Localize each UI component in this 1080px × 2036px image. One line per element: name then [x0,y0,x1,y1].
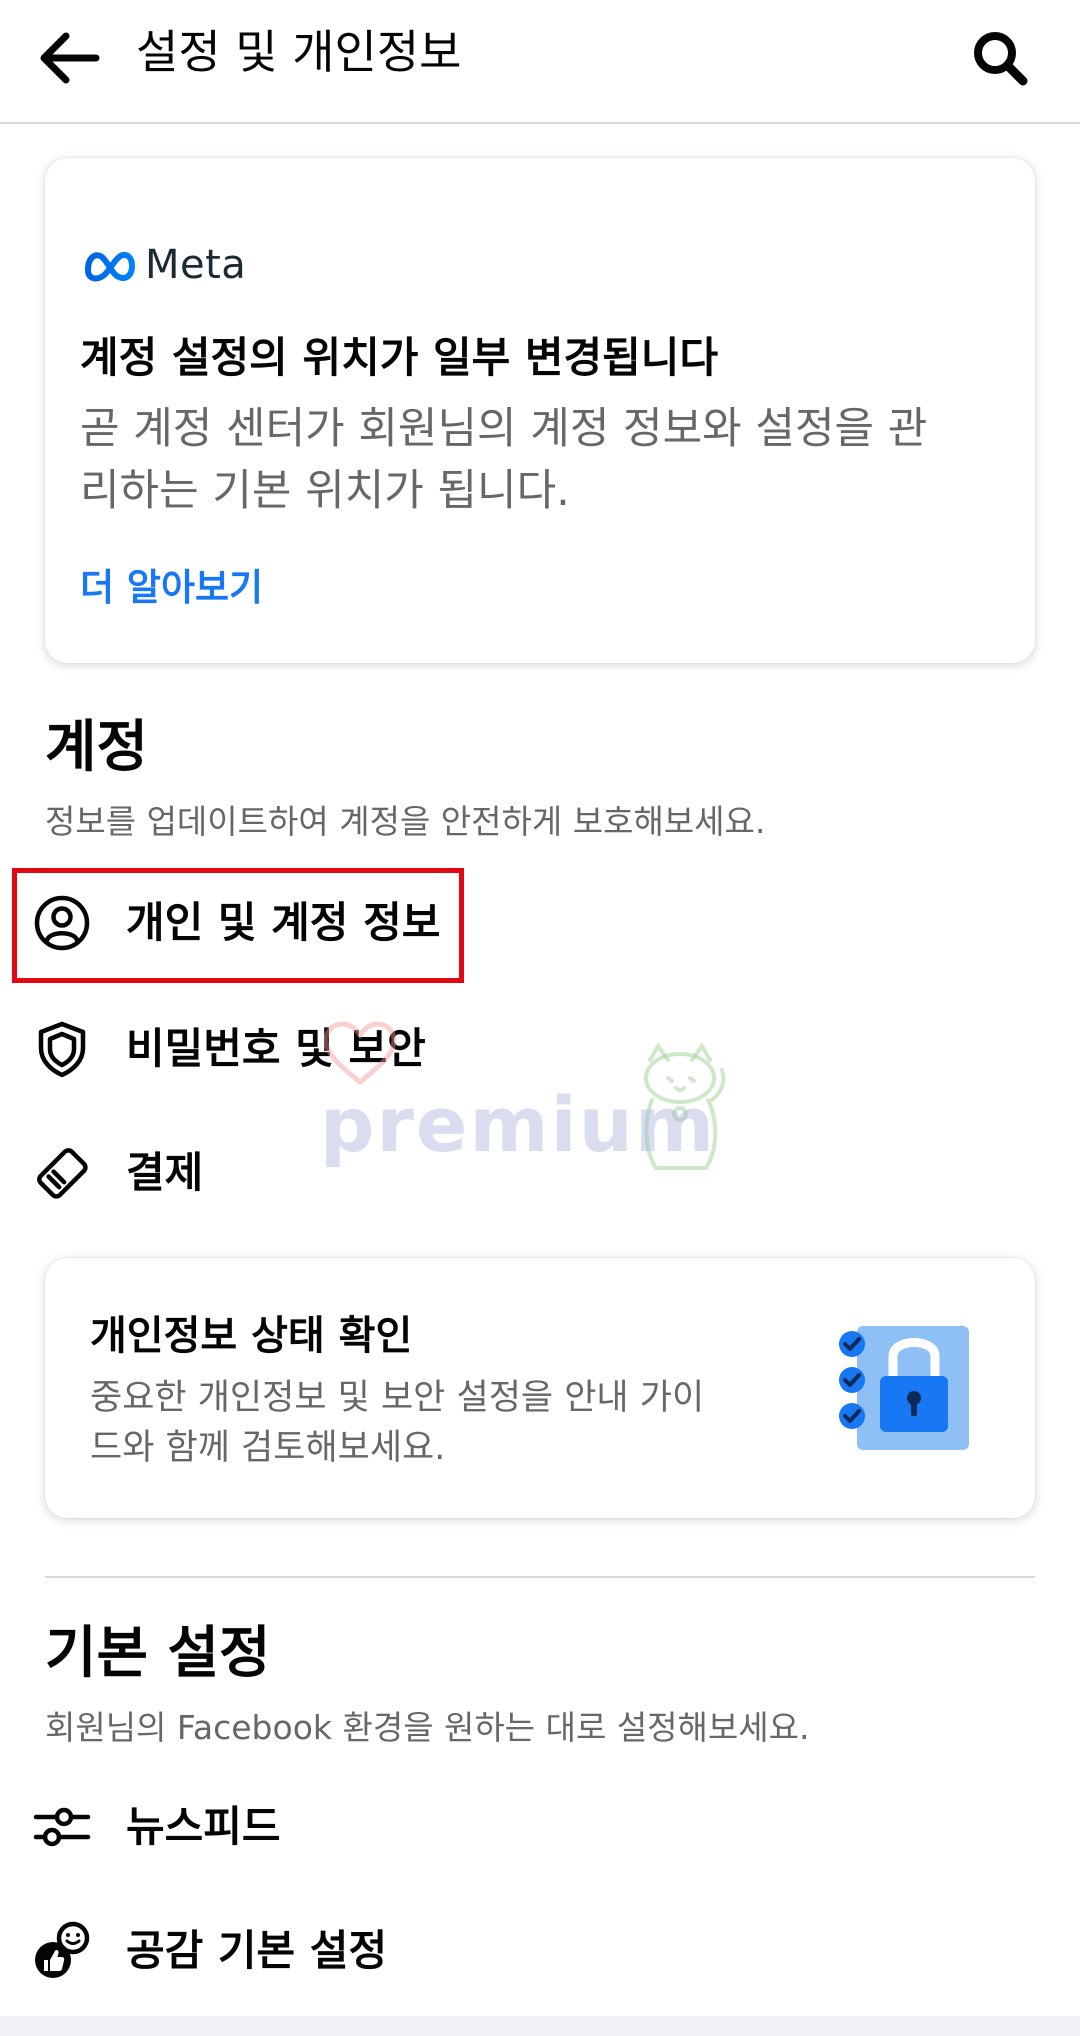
shield-icon [28,1015,96,1083]
sliders-icon [28,1793,96,1861]
privacy-checklist-lock-icon [839,1326,969,1450]
user-circle-icon [28,889,96,957]
back-button[interactable] [28,18,108,98]
preferences-section-subtitle: 회원님의 Facebook 환경을 원하는 대로 설정해보세요. [45,1708,810,1747]
privacy-card-title: 개인정보 상태 확인 [90,1313,413,1359]
menu-item-reaction-preferences[interactable]: 공감 기본 설정 [28,1906,728,1996]
menu-item-label: 결제 [126,1148,204,1197]
app-header: 설정 및 개인정보 [0,0,1080,124]
search-button[interactable] [960,18,1040,98]
preferences-section-title: 기본 설정 [45,1621,271,1686]
bottom-edge [0,2016,1080,2036]
account-section-title: 계정 [45,715,149,780]
search-icon [974,32,1028,86]
menu-item-label: 개인 및 계정 정보 [126,898,441,947]
privacy-checkup-card[interactable]: 개인정보 상태 확인 중요한 개인정보 및 보안 설정을 안내 가이드와 함께 … [45,1258,1035,1518]
menu-item-label: 비밀번호 및 보안 [126,1024,426,1073]
page-title: 설정 및 개인정보 [136,25,462,79]
menu-item-news-feed[interactable]: 뉴스피드 [28,1782,728,1872]
menu-item-label: 뉴스피드 [126,1802,281,1851]
arrow-left-icon [40,32,100,84]
meta-card-title: 계정 설정의 위치가 일부 변경됩니다 [80,333,719,382]
section-divider [45,1576,1035,1578]
learn-more-link[interactable]: 더 알아보기 [80,563,263,613]
payment-tag-icon [28,1139,96,1207]
menu-item-label: 공감 기본 설정 [126,1926,388,1975]
menu-item-payments[interactable]: 결제 [28,1128,728,1218]
meta-notice-card: Meta 계정 설정의 위치가 일부 변경됩니다 곧 계정 센터가 회원님의 계… [45,158,1035,663]
menu-item-personal-account-info[interactable]: 개인 및 계정 정보 [28,878,728,968]
menu-item-password-security[interactable]: 비밀번호 및 보안 [28,1004,728,1094]
privacy-card-description: 중요한 개인정보 및 보안 설정을 안내 가이드와 함께 검토해보세요. [90,1378,705,1468]
reactions-icon [28,1917,96,1985]
meta-card-description: 곧 계정 센터가 회원님의 계정 정보와 설정을 관리하는 기본 위치가 됩니다… [80,404,928,516]
meta-logo: Meta [83,240,246,290]
meta-infinity-icon [85,251,135,282]
meta-logo-text: Meta [145,242,247,288]
account-section-subtitle: 정보를 업데이트하여 계정을 안전하게 보호해보세요. [45,802,766,841]
